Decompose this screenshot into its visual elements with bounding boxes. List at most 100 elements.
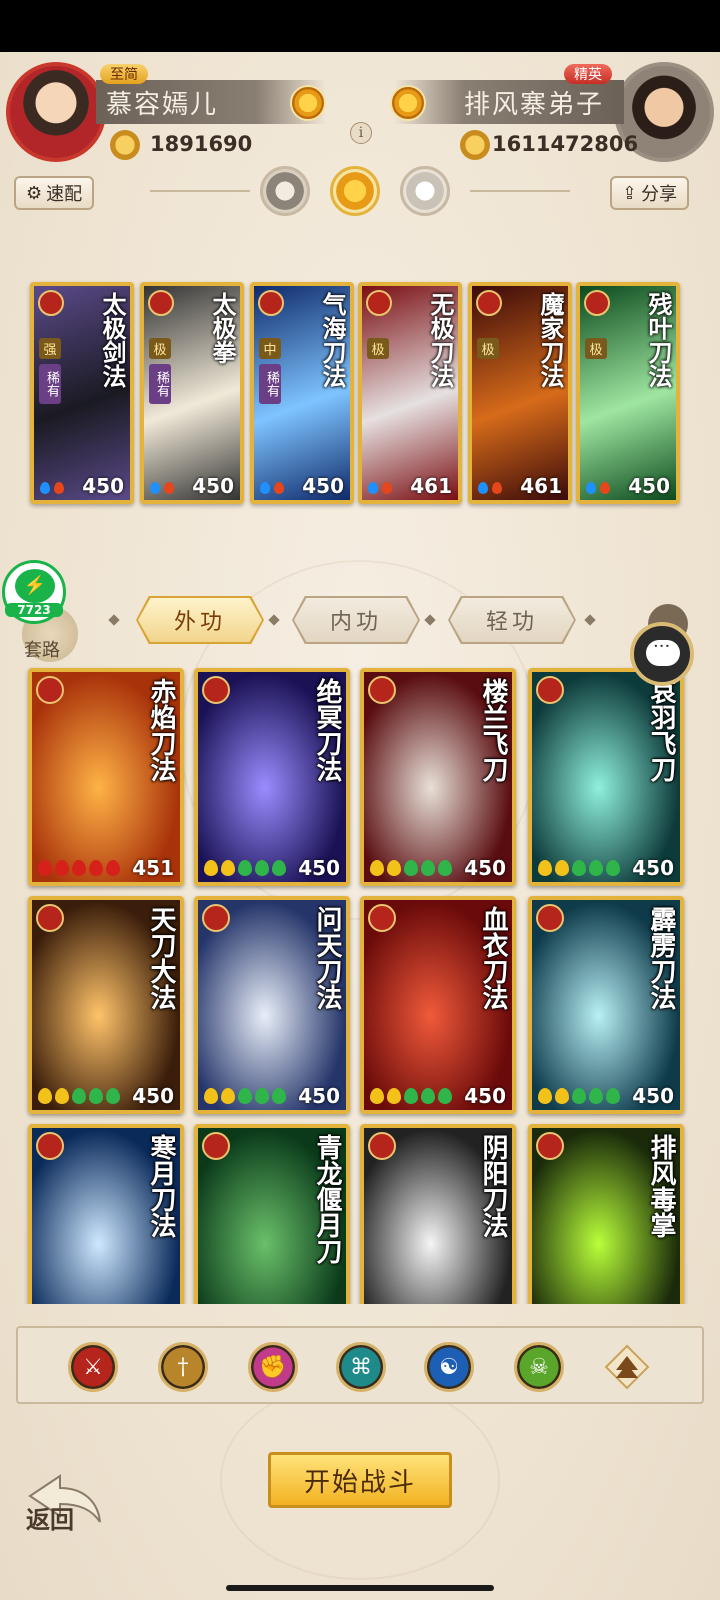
skill-card[interactable]: 楼兰飞刀 450 bbox=[360, 668, 516, 886]
sun-mode-icon[interactable] bbox=[330, 166, 380, 216]
skill-card[interactable]: 天刀大法 450 bbox=[28, 896, 184, 1114]
drop-icon bbox=[272, 1088, 286, 1104]
taiji-icon[interactable]: ☯ bbox=[424, 1342, 474, 1392]
skill-tag: 强 bbox=[39, 338, 61, 359]
energy-drops bbox=[370, 860, 452, 876]
element-icon bbox=[36, 676, 64, 704]
energy-drops bbox=[370, 1088, 452, 1104]
power-icon bbox=[460, 130, 490, 160]
share-button[interactable]: ⇪ 分享 bbox=[610, 176, 690, 210]
sword-icon[interactable]: † bbox=[158, 1342, 208, 1392]
player-left-avatar[interactable] bbox=[6, 62, 106, 162]
element-icon bbox=[258, 290, 284, 316]
skill-grid[interactable]: 赤焰刀法 451 绝冥刀法 450 楼兰飞刀 450 哀羽飞刀 450 天刀大法 450 问天刀法 4… bbox=[20, 664, 700, 1304]
equipped-skill-card[interactable]: 太极拳 450 极稀有 bbox=[140, 282, 244, 504]
poison-icon[interactable]: ☠ bbox=[514, 1342, 564, 1392]
skill-card[interactable]: 绝冥刀法 450 bbox=[194, 668, 350, 886]
skill-tag: 极 bbox=[585, 338, 607, 359]
skill-card[interactable]: 排风毒掌 bbox=[528, 1124, 684, 1304]
skill-tag: 稀有 bbox=[149, 364, 171, 404]
element-icon bbox=[368, 904, 396, 932]
badge-label: 7723 bbox=[5, 603, 63, 617]
fist-icon[interactable]: ✊ bbox=[248, 1342, 298, 1392]
equipped-skill-card[interactable]: 太极剑法 450 强稀有 bbox=[30, 282, 134, 504]
drop-icon bbox=[421, 1088, 435, 1104]
filter-glyph: ⚔ bbox=[83, 1354, 103, 1380]
drop-icon bbox=[204, 1088, 218, 1104]
skill-value: 450 bbox=[298, 856, 340, 880]
tab-external[interactable]: 外功 bbox=[138, 598, 262, 642]
drop-icon bbox=[221, 860, 235, 876]
skill-card[interactable]: 霹雳刀法 450 bbox=[528, 896, 684, 1114]
filter-glyph: ☠ bbox=[529, 1354, 549, 1380]
element-icon bbox=[366, 290, 392, 316]
skill-value: 450 bbox=[464, 856, 506, 880]
blade-icon[interactable]: ⚔ bbox=[68, 1342, 118, 1392]
skill-card[interactable]: 血衣刀法 450 bbox=[360, 896, 516, 1114]
skill-tag: 中 bbox=[259, 338, 281, 359]
drop-icon bbox=[54, 482, 64, 494]
quick-config-button[interactable]: ⚙ 速配 bbox=[14, 176, 95, 210]
fan-icon[interactable]: ⌘ bbox=[336, 1342, 386, 1392]
tab-internal[interactable]: 内功 bbox=[294, 598, 418, 642]
equipped-skill-card[interactable]: 无极刀法 461 极 bbox=[358, 282, 462, 504]
skill-card[interactable]: 哀羽飞刀 450 bbox=[528, 668, 684, 886]
skill-card[interactable]: 青龙偃月刀 bbox=[194, 1124, 350, 1304]
skill-value: 450 bbox=[82, 474, 124, 498]
chat-bubble-icon bbox=[646, 636, 680, 666]
skill-value: 451 bbox=[132, 856, 174, 880]
drop-icon bbox=[40, 482, 50, 494]
quick-config-label: 速配 bbox=[46, 184, 83, 205]
skill-value: 450 bbox=[632, 1084, 674, 1108]
drop-icon bbox=[38, 860, 52, 876]
drop-icon bbox=[272, 860, 286, 876]
drop-icon bbox=[274, 482, 284, 494]
drop-icon bbox=[106, 860, 120, 876]
tab-lightness[interactable]: 轻功 bbox=[450, 598, 574, 642]
equipped-skill-card[interactable]: 气海刀法 450 中稀有 bbox=[250, 282, 354, 504]
gear-icon: ⚙ bbox=[26, 182, 43, 204]
equipped-skill-card[interactable]: 残叶刀法 450 极 bbox=[576, 282, 680, 504]
player-left-rank-badge: 至简 bbox=[100, 64, 148, 84]
equipped-skill-card[interactable]: 魔家刀法 461 极 bbox=[468, 282, 572, 504]
skill-card[interactable]: 赤焰刀法 451 bbox=[28, 668, 184, 886]
start-battle-button[interactable]: 开始战斗 bbox=[268, 1452, 452, 1508]
drop-icon bbox=[478, 482, 488, 494]
scroll-up-icon[interactable] bbox=[602, 1342, 652, 1392]
skill-name: 血衣刀法 bbox=[478, 906, 508, 1010]
drop-icon bbox=[255, 860, 269, 876]
skill-name: 魔家刀法 bbox=[536, 292, 565, 388]
drop-icon bbox=[555, 860, 569, 876]
power-icon bbox=[110, 130, 140, 160]
info-icon[interactable]: i bbox=[350, 122, 372, 144]
drop-icon bbox=[586, 482, 596, 494]
chat-button[interactable] bbox=[630, 622, 694, 686]
drop-icon bbox=[55, 1088, 69, 1104]
skill-tag: 极 bbox=[367, 338, 389, 359]
energy-drops bbox=[204, 860, 286, 876]
drop-icon bbox=[387, 860, 401, 876]
moon-mode-icon[interactable] bbox=[260, 166, 310, 216]
skill-value: 450 bbox=[192, 474, 234, 498]
element-icon bbox=[536, 904, 564, 932]
skill-name: 无极刀法 bbox=[426, 292, 455, 388]
drop-icon bbox=[606, 1088, 620, 1104]
drop-icon bbox=[538, 1088, 552, 1104]
drop-icon bbox=[238, 1088, 252, 1104]
skill-card[interactable]: 问天刀法 450 bbox=[194, 896, 350, 1114]
skill-name: 绝冥刀法 bbox=[312, 678, 342, 782]
energy-drops bbox=[38, 1088, 120, 1104]
skill-card[interactable]: 阴阳刀法 bbox=[360, 1124, 516, 1304]
energy-drops bbox=[586, 482, 610, 494]
skill-card[interactable]: 寒月刀法 bbox=[28, 1124, 184, 1304]
element-icon bbox=[202, 904, 230, 932]
skill-name: 太极剑法 bbox=[98, 292, 127, 388]
skill-value: 450 bbox=[132, 1084, 174, 1108]
floating-7723-badge[interactable]: ⚡ 7723 bbox=[2, 560, 66, 624]
skill-value: 450 bbox=[302, 474, 344, 498]
energy-drops bbox=[38, 860, 120, 876]
drop-icon bbox=[204, 860, 218, 876]
drop-icon bbox=[538, 860, 552, 876]
eclipse-mode-icon[interactable] bbox=[400, 166, 450, 216]
filter-glyph: ☯ bbox=[439, 1354, 459, 1380]
